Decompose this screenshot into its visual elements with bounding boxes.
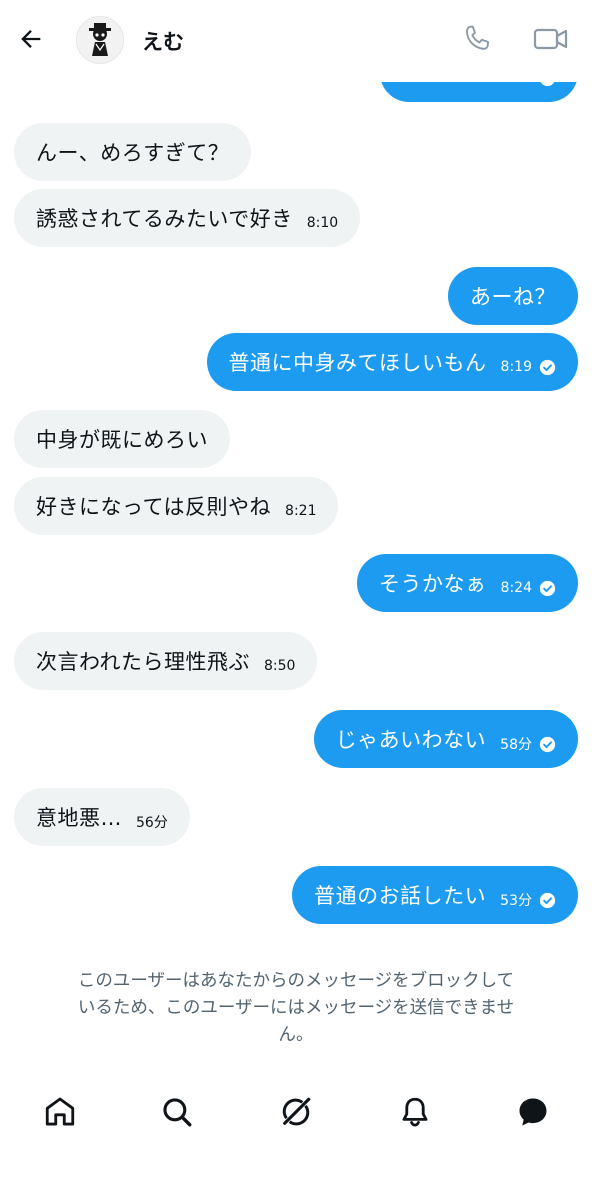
nav-home[interactable] — [42, 1094, 78, 1130]
message-text: 好きになっては反則やね — [36, 495, 272, 519]
message-bubble[interactable]: 普通に中身みてほしいもん 8:19 — [206, 333, 578, 391]
message-bubble[interactable]: 次言われたら理性飛ぶ 8:50 — [14, 632, 318, 690]
message-bubble[interactable]: んー、めろすぎて？ — [14, 123, 252, 181]
message-bubble[interactable]: あーね？ — [448, 267, 578, 325]
message-text: 意地悪… — [36, 806, 122, 830]
phone-icon — [466, 25, 489, 50]
message-time: 8:19 — [500, 359, 532, 375]
grok-icon — [282, 1097, 311, 1126]
message-bubble[interactable]: 意地悪… 56分 — [14, 788, 190, 846]
message-bubble[interactable]: 中身が既にめろい — [14, 410, 230, 468]
video-camera-icon — [533, 28, 568, 50]
read-check-icon — [539, 892, 556, 908]
message-text: あーね？ — [470, 285, 556, 309]
message-time: 8:24 — [500, 580, 532, 596]
message-time: 8:10 — [306, 215, 339, 231]
contact-name[interactable]: えむ — [142, 26, 184, 56]
message-time: 56分 — [136, 815, 168, 831]
message-bubble[interactable]: 誘惑されてるみたいで好き 8:10 — [14, 189, 361, 247]
message-bubble[interactable]: じゃあいわない 58分 — [313, 710, 578, 768]
back-button[interactable] — [14, 22, 48, 56]
bell-icon — [402, 1097, 428, 1127]
blocked-notice-line: いるため、このユーザーにはメッセージを送信できませ — [77, 998, 515, 1018]
avatar[interactable] — [76, 16, 124, 64]
message-text: そうかなぁ — [379, 572, 487, 596]
message-time: 53分 — [500, 893, 532, 909]
blocked-notice-line: このユーザーはあなたからのメッセージをブロックして — [77, 971, 515, 991]
read-check-icon — [539, 736, 556, 752]
arrow-left-icon — [21, 30, 41, 48]
bottom-nav — [0, 1080, 592, 1144]
search-icon — [163, 1098, 192, 1127]
message-text: じゃあいわない — [335, 728, 487, 752]
message-bubble[interactable]: 普通のお話したい 53分 — [292, 866, 578, 924]
message-text: 中身が既にめろい — [36, 428, 208, 452]
message-bubble[interactable]: 好きになっては反則やね 8:21 — [14, 477, 339, 535]
avatar-image — [89, 23, 111, 56]
message-time: 8:21 — [285, 503, 317, 519]
message-bubble[interactable]: そうかなぁ 8:24 — [357, 554, 578, 612]
read-check-icon — [539, 580, 556, 596]
message-text: んー、めろすぎて？ — [36, 141, 230, 165]
chat-header: えむ — [0, 0, 592, 82]
nav-messages[interactable] — [515, 1094, 551, 1130]
message-text: 誘惑されてるみたいで好き — [36, 207, 293, 231]
messages-icon — [519, 1098, 547, 1126]
message-time: 58分 — [500, 737, 532, 753]
video-call-button[interactable] — [532, 24, 570, 54]
blocked-notice: このユーザーはあなたからのメッセージをブロックして いるため、このユーザーにはメ… — [20, 968, 572, 1049]
message-time: 8:50 — [263, 658, 296, 674]
nav-grok[interactable] — [278, 1094, 314, 1130]
read-check-icon — [539, 359, 556, 375]
nav-search[interactable] — [159, 1094, 195, 1130]
message-text: 普通のお話したい — [314, 884, 487, 908]
blocked-notice-line: ん。 — [278, 1025, 314, 1045]
call-button[interactable] — [460, 22, 494, 56]
message-text: 普通に中身みてほしいもん — [228, 351, 487, 375]
home-icon — [45, 1097, 75, 1126]
message-text: 次言われたら理性飛ぶ — [36, 650, 250, 674]
nav-notifications[interactable] — [397, 1094, 433, 1130]
